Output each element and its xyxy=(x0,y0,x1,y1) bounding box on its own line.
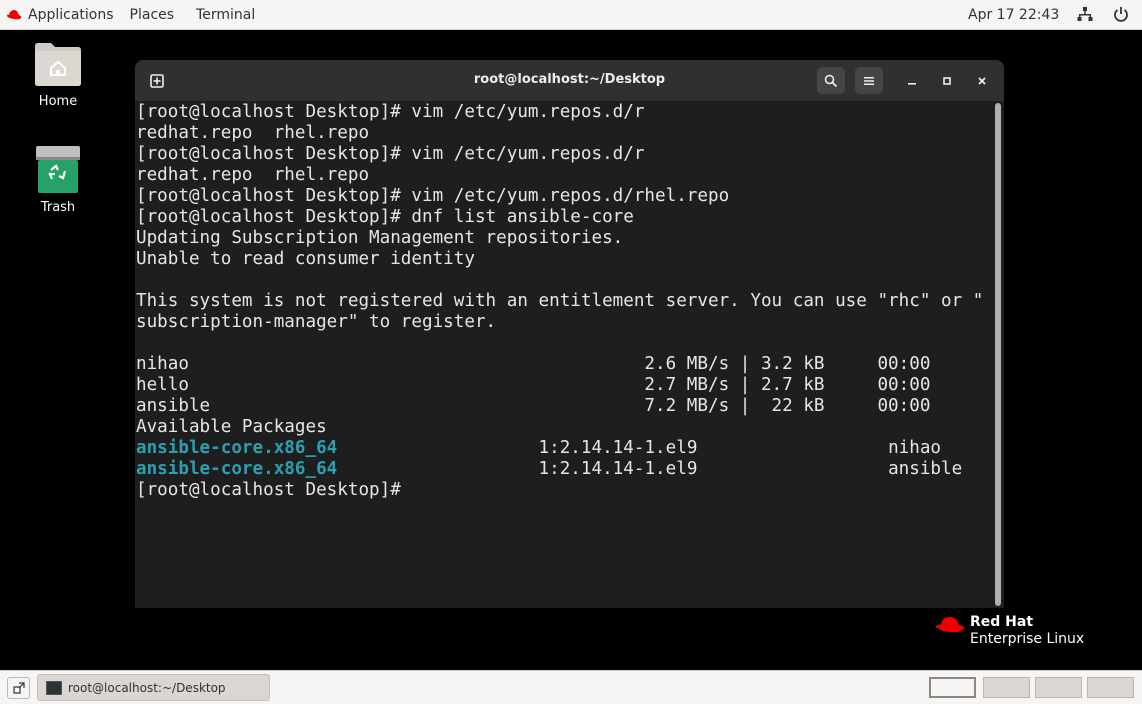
terminal-line: Available Packages xyxy=(136,417,991,438)
workspace-1[interactable] xyxy=(929,677,976,698)
terminal-line-text: subscription-manager" to register. xyxy=(136,312,497,332)
workspace-2[interactable] xyxy=(983,677,1030,698)
close-icon xyxy=(978,77,986,85)
terminal-line: Unable to read consumer identity xyxy=(136,249,991,270)
terminal-line: ansible-core.x86_64 1:2.14.14-1.el9 niha… xyxy=(136,438,991,459)
terminal-line: [root@localhost Desktop]# xyxy=(136,480,991,501)
package-name: ansible-core.x86_64 xyxy=(136,459,338,479)
terminal-line-text: [root@localhost Desktop]# vim /etc/yum.r… xyxy=(136,102,645,122)
terminal-line: ansible-core.x86_64 1:2.14.14-1.el9 ansi… xyxy=(136,459,991,480)
menu-button[interactable] xyxy=(855,67,883,94)
terminal-line-text: [root@localhost Desktop]# dnf list ansib… xyxy=(136,207,634,227)
terminal-line-text: Available Packages xyxy=(136,417,327,437)
workspace-4[interactable] xyxy=(1087,677,1134,698)
trash-label: Trash xyxy=(40,200,76,215)
home-folder-icon xyxy=(35,43,81,86)
home-label: Home xyxy=(38,94,78,109)
terminal-line: Updating Subscription Management reposit… xyxy=(136,228,991,249)
bottom-taskbar: root@localhost:~/Desktop xyxy=(0,670,1142,704)
applications-menu[interactable]: Applications xyxy=(0,0,122,30)
terminal-line: This system is not registered with an en… xyxy=(136,291,991,312)
terminal-line-text: [root@localhost Desktop]# vim /etc/yum.r… xyxy=(136,186,730,206)
redhat-logo-icon xyxy=(936,617,965,634)
workspace-3[interactable] xyxy=(1035,677,1082,698)
terminal-menu-label: Terminal xyxy=(196,6,256,23)
trash-icon xyxy=(36,146,80,193)
terminal-line-text: hello 2.7 MB/s | 2.7 kB 00:00 xyxy=(136,375,931,395)
taskbar-item-label: root@localhost:~/Desktop xyxy=(68,680,226,695)
terminal-line: [root@localhost Desktop]# vim /etc/yum.r… xyxy=(136,144,991,165)
package-name: ansible-core.x86_64 xyxy=(136,438,338,458)
terminal-app-icon xyxy=(46,680,62,695)
applications-label: Applications xyxy=(28,6,114,23)
brand-line1: Red Hat xyxy=(970,614,1034,630)
terminal-line-text: [root@localhost Desktop]# vim /etc/yum.r… xyxy=(136,144,645,164)
terminal-line: redhat.repo rhel.repo xyxy=(136,165,991,186)
terminal-line: redhat.repo rhel.repo xyxy=(136,123,991,144)
minimize-icon xyxy=(908,83,916,85)
power-icon[interactable] xyxy=(1113,6,1129,22)
terminal-window[interactable]: root@localhost:~/Desktop [root@localhost… xyxy=(135,60,1004,608)
terminal-line: [root@localhost Desktop]# vim /etc/yum.r… xyxy=(136,186,991,207)
terminal-line: nihao 2.6 MB/s | 3.2 kB 00:00 xyxy=(136,354,991,375)
terminal-line-text: This system is not registered with an en… xyxy=(136,291,984,311)
terminal-line-text: redhat.repo rhel.repo xyxy=(136,123,370,143)
desktop-home[interactable]: Home xyxy=(18,40,98,109)
show-desktop-button[interactable] xyxy=(7,677,30,699)
terminal-line-text: nihao 2.6 MB/s | 3.2 kB 00:00 xyxy=(136,354,931,374)
hamburger-icon xyxy=(864,76,874,85)
places-label: Places xyxy=(129,6,175,23)
redhat-hat-icon xyxy=(7,9,22,19)
terminal-line: [root@localhost Desktop]# vim /etc/yum.r… xyxy=(136,102,991,123)
minimize-button[interactable] xyxy=(901,70,923,92)
close-button[interactable] xyxy=(971,70,993,92)
redhat-brand-logo: Red Hat Enterprise Linux xyxy=(934,614,1084,648)
terminal-line: ansible 7.2 MB/s | 22 kB 00:00 xyxy=(136,396,991,417)
brand-line2: Enterprise Linux xyxy=(970,631,1085,647)
terminal-line: [root@localhost Desktop]# dnf list ansib… xyxy=(136,207,991,228)
desktop-trash[interactable]: Trash xyxy=(18,146,98,215)
terminal-line: subscription-manager" to register. xyxy=(136,312,991,333)
scrollbar-thumb[interactable] xyxy=(995,103,1001,606)
search-icon xyxy=(824,74,838,87)
terminal-line-text: [root@localhost Desktop]# xyxy=(136,480,401,500)
terminal-output[interactable]: [root@localhost Desktop]# vim /etc/yum.r… xyxy=(135,101,991,608)
terminal-line-text: 1:2.14.14-1.el9 ansible xyxy=(337,459,963,479)
terminal-line-text: redhat.repo rhel.repo xyxy=(136,165,370,185)
search-button[interactable] xyxy=(817,67,845,94)
top-bar: Applications Places Terminal Apr 17 22:4… xyxy=(0,0,1142,30)
network-icon[interactable] xyxy=(1077,6,1093,22)
taskbar-terminal-item[interactable]: root@localhost:~/Desktop xyxy=(37,674,270,701)
terminal-line-text: ansible 7.2 MB/s | 22 kB 00:00 xyxy=(136,396,931,416)
terminal-header[interactable]: root@localhost:~/Desktop xyxy=(135,60,1004,101)
terminal-menu[interactable]: Terminal xyxy=(182,0,263,30)
show-desktop-icon xyxy=(12,682,25,694)
maximize-icon xyxy=(943,77,951,85)
maximize-button[interactable] xyxy=(936,70,958,92)
clock[interactable]: Apr 17 22:43 xyxy=(968,7,1059,23)
terminal-line-text: Unable to read consumer identity xyxy=(136,249,475,269)
terminal-scrollbar[interactable] xyxy=(993,101,1004,608)
terminal-line-text: 1:2.14.14-1.el9 nihao xyxy=(337,438,942,458)
terminal-line-text: Updating Subscription Management reposit… xyxy=(136,228,624,248)
places-menu[interactable]: Places xyxy=(122,0,183,30)
terminal-line: hello 2.7 MB/s | 2.7 kB 00:00 xyxy=(136,375,991,396)
